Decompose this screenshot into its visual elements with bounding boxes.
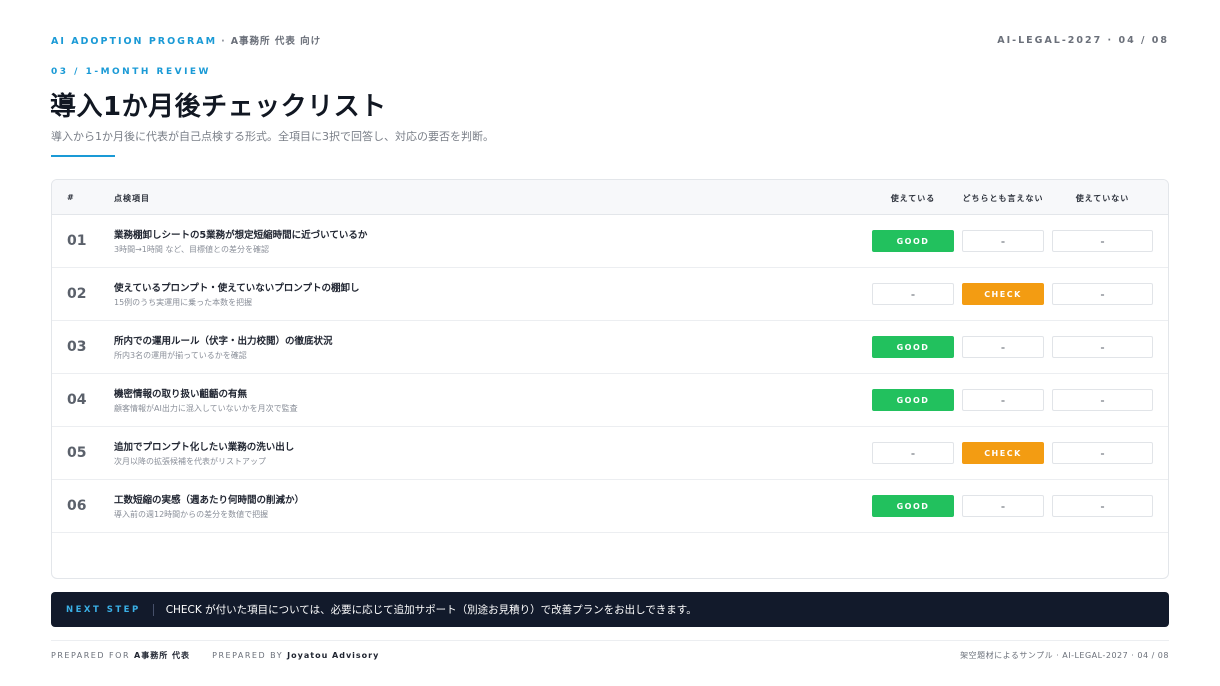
check-badge[interactable]: CHECK (962, 442, 1044, 464)
good-badge[interactable]: GOOD (872, 495, 954, 517)
empty-answer-cell[interactable]: – (962, 336, 1044, 358)
column-header-item: 点検項目 (114, 194, 150, 203)
row-number: 04 (67, 392, 87, 408)
row-description: 導入前の週12時間からの差分を数値で把握 (114, 510, 269, 519)
table-row: 06 工数短縮の実感（週あたり何時間の削減か） 導入前の週12時間からの差分を数値で… (52, 480, 1168, 533)
footer: PREPARED FOR A事務所 代表 PREPARED BY Joyatou… (51, 650, 1169, 661)
table-row: 03 所内での運用ルール（伏字・出力校閲）の徹底状況 所内3名の運用が揃っているかを… (52, 321, 1168, 374)
row-title: 所内での運用ルール（伏字・出力校閲）の徹底状況 (114, 336, 333, 347)
empty-answer-cell[interactable]: – (1052, 389, 1153, 411)
page-reference: AI-LEGAL-2027 · 04 / 08 (997, 34, 1169, 46)
table-row: 05 追加でプロンプト化したい業務の洗い出し 次月以降の拡張候補を代表がリストアップ… (52, 427, 1168, 480)
row-number: 06 (67, 498, 87, 514)
empty-answer-cell[interactable]: – (872, 283, 954, 305)
next-step-banner: NEXT STEP CHECK が付いた項目については、必要に応じて追加サポート… (51, 592, 1169, 627)
footer-credits: PREPARED FOR A事務所 代表 PREPARED BY Joyatou… (51, 650, 379, 661)
table-body: 01 業務棚卸しシートの5業務が想定短縮時間に近づいているか 3時間→1時間 など、… (52, 215, 1168, 533)
table-row: 01 業務棚卸しシートの5業務が想定短縮時間に近づいているか 3時間→1時間 など、… (52, 215, 1168, 268)
row-number: 01 (67, 233, 87, 249)
section-label: 03 / 1-MONTH REVIEW (51, 67, 211, 77)
program-header: AI ADOPTION PROGRAM · A事務所 代表 向け (51, 33, 321, 47)
prepared-by-label: PREPARED BY (212, 651, 284, 660)
empty-answer-cell[interactable]: – (1052, 495, 1153, 517)
client-name: A事務所 代表 向け (230, 36, 322, 47)
row-number: 02 (67, 286, 87, 302)
prepared-by-value: Joyatou Advisory (287, 651, 380, 660)
row-description: 所内3名の運用が揃っているかを確認 (114, 351, 247, 360)
column-header-num: # (67, 193, 75, 202)
empty-answer-cell[interactable]: – (962, 495, 1044, 517)
footer-page-reference: 架空題材によるサンプル · AI-LEGAL-2027 · 04 / 08 (960, 651, 1169, 660)
program-name: AI ADOPTION PROGRAM (51, 36, 218, 47)
empty-answer-cell[interactable]: – (1052, 283, 1153, 305)
next-step-message: CHECK が付いた項目については、必要に応じて追加サポート（別途お見積り）で改… (165, 604, 697, 616)
top-header: AI ADOPTION PROGRAM · A事務所 代表 向け AI-LEGAL-… (51, 33, 1169, 48)
row-description: 3時間→1時間 など、目標値との差分を確認 (114, 245, 269, 254)
table-row: 04 機密情報の取り扱い齟齬の有無顧客情報がAI出力に混入していないかを月次で監査… (52, 374, 1168, 427)
title-accent-line (51, 155, 115, 157)
next-step-label: NEXT STEP (66, 604, 141, 615)
footer-divider (51, 640, 1169, 641)
column-header-not-using: 使えていない (1075, 194, 1130, 203)
empty-answer-cell[interactable]: – (1052, 230, 1153, 252)
page-subtitle: 導入から1か月後に代表が自己点検する形式。全項目に3択で回答し、対応の要否を判断… (51, 130, 494, 143)
empty-answer-cell[interactable]: – (1052, 442, 1153, 464)
empty-answer-cell[interactable]: – (872, 442, 954, 464)
prepared-for-label: PREPARED FOR (51, 651, 130, 660)
good-badge[interactable]: GOOD (872, 230, 954, 252)
next-step-divider (152, 603, 154, 616)
empty-answer-cell[interactable]: – (962, 230, 1044, 252)
row-title: 機密情報の取り扱い齟齬の有無 (114, 389, 248, 400)
row-title: 使えているプロンプト・使えていないプロンプトの棚卸し (114, 283, 360, 294)
good-badge[interactable]: GOOD (872, 389, 954, 411)
row-number: 05 (67, 445, 87, 461)
empty-answer-cell[interactable]: – (962, 389, 1044, 411)
page-title: 導入1か月後チェックリスト (50, 92, 387, 122)
row-title: 追加でプロンプト化したい業務の洗い出し (114, 442, 295, 453)
row-title: 工数短縮の実感（週あたり何時間の削減か） (114, 495, 305, 506)
table-header: # 点検項目 使えている どちらとも言えない 使えていない (52, 180, 1168, 215)
table-row: 02 使えているプロンプト・使えていないプロンプトの棚卸し 15例のうち実運用に乗っ… (52, 268, 1168, 321)
prepared-for-value: A事務所 代表 (134, 651, 191, 660)
good-badge[interactable]: GOOD (872, 336, 954, 358)
check-badge[interactable]: CHECK (962, 283, 1044, 305)
header-separator: · (221, 36, 227, 47)
row-title: 業務棚卸しシートの5業務が想定短縮時間に近づいているか (114, 230, 368, 241)
row-description: 次月以降の拡張候補を代表がリストアップ (114, 457, 266, 466)
empty-answer-cell[interactable]: – (1052, 336, 1153, 358)
row-number: 03 (67, 339, 87, 355)
row-description: 15例のうち実運用に乗った本数を把握 (114, 298, 253, 307)
row-description: 顧客情報がAI出力に混入していないかを月次で監査 (114, 404, 298, 413)
column-header-using: 使えている (890, 194, 936, 203)
column-header-neutral: どちらとも言えない (962, 194, 1044, 203)
checklist-table: # 点検項目 使えている どちらとも言えない 使えていない 01 業務棚卸しシート… (51, 179, 1169, 579)
